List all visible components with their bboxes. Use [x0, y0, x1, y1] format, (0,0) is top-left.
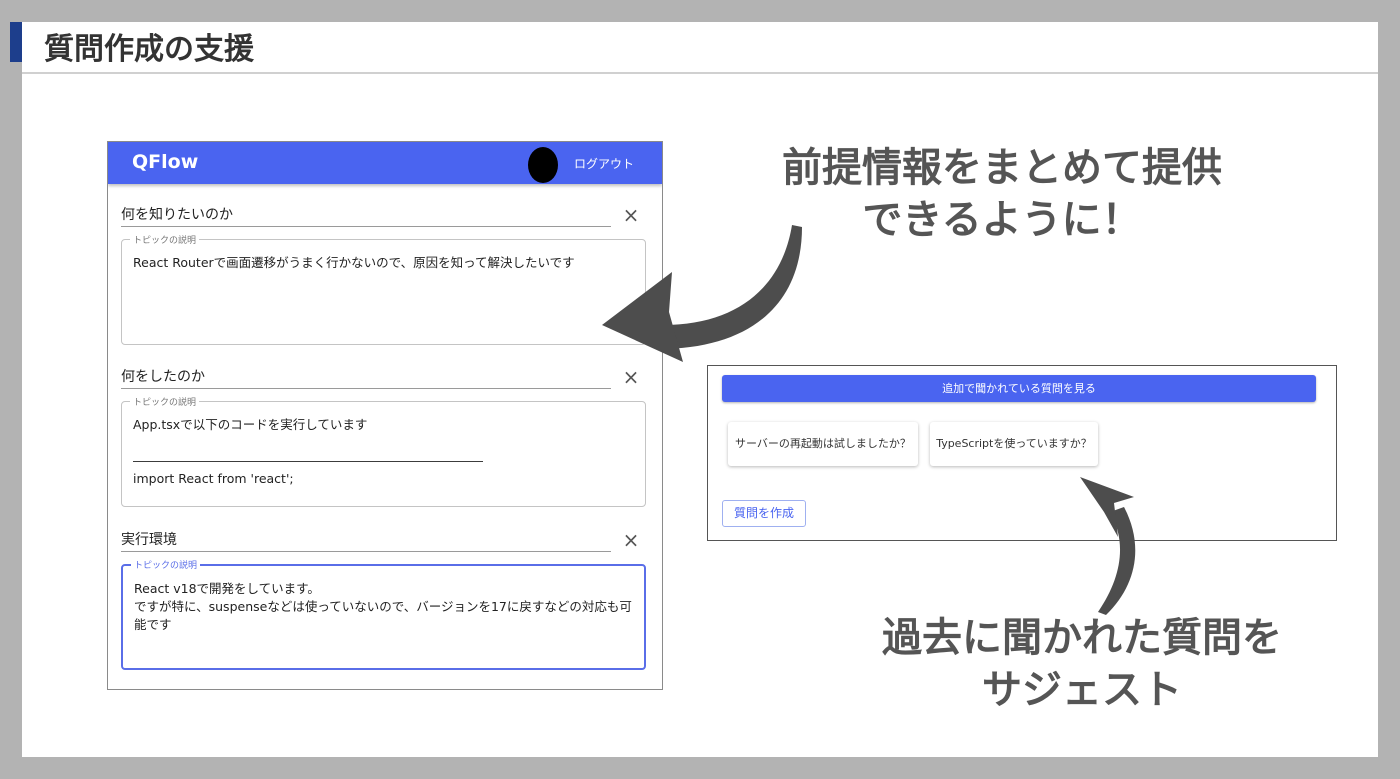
field-legend: トピックの説明 [130, 395, 200, 408]
suggested-question-card[interactable]: サーバーの再起動は試しましたか？ [728, 422, 918, 466]
curved-arrow-left-icon [602, 225, 802, 362]
logout-button[interactable]: ログアウト [574, 155, 634, 172]
topic-description-field[interactable]: トピックの説明 React Routerで画面遷移がうまく行かないので、原因を知… [121, 233, 646, 345]
close-icon[interactable]: × [621, 529, 641, 551]
headline-line: サジェスト [982, 667, 1182, 713]
topic-description-text: App.tsxで以下のコードを実行しています ―――――――――――――――――… [133, 417, 483, 486]
title-accent-bar [10, 22, 22, 62]
app-bar: QFlow ログアウト [108, 142, 662, 184]
headline-line: 過去に聞かれた質問を [882, 615, 1282, 661]
topic-description-field-focused[interactable]: トピックの説明 React v18で開発をしています。 ですが特に、suspen… [121, 558, 646, 670]
view-more-questions-button[interactable]: 追加で聞かれている質問を見る [722, 375, 1316, 402]
title-bar: 質問作成の支援 [10, 22, 1378, 74]
topic-description-text: React v18で開発をしています。 ですが特に、suspenseなどは使って… [134, 581, 632, 632]
field-legend: トピックの説明 [130, 233, 200, 246]
curved-arrow-up-icon [1080, 477, 1136, 615]
avatar[interactable] [528, 147, 558, 183]
topic-description-text: React Routerで画面遷移がうまく行かないので、原因を知って解決したいで… [133, 255, 575, 270]
topic-title-input[interactable]: 何をしたのか [121, 366, 611, 389]
topic-description-field[interactable]: トピックの説明 App.tsxで以下のコードを実行しています ―――――――――… [121, 395, 646, 507]
brand-logo[interactable]: QFlow [132, 151, 198, 173]
page-title: 質問作成の支援 [44, 32, 254, 67]
topic-title-input[interactable]: 何を知りたいのか [121, 204, 611, 227]
close-icon[interactable]: × [621, 366, 641, 388]
headline-suggest-feature: 過去に聞かれた質問を サジェスト [802, 612, 1362, 716]
topic-title-input[interactable]: 実行環境 [121, 529, 611, 552]
field-legend: トピックの説明 [131, 558, 201, 571]
slide: 質問作成の支援 QFlow ログアウト 何を知りたいのか × トピックの説明 R… [10, 22, 1378, 757]
suggestion-panel: 追加で聞かれている質問を見る サーバーの再起動は試しましたか？ TypeScri… [707, 365, 1337, 541]
qflow-app-window: QFlow ログアウト 何を知りたいのか × トピックの説明 React Rou… [107, 141, 663, 690]
suggested-question-card[interactable]: TypeScriptを使っていますか？ [930, 422, 1098, 466]
headline-line: 前提情報をまとめて提供 [782, 145, 1222, 191]
create-question-button[interactable]: 質問を作成 [722, 500, 806, 527]
